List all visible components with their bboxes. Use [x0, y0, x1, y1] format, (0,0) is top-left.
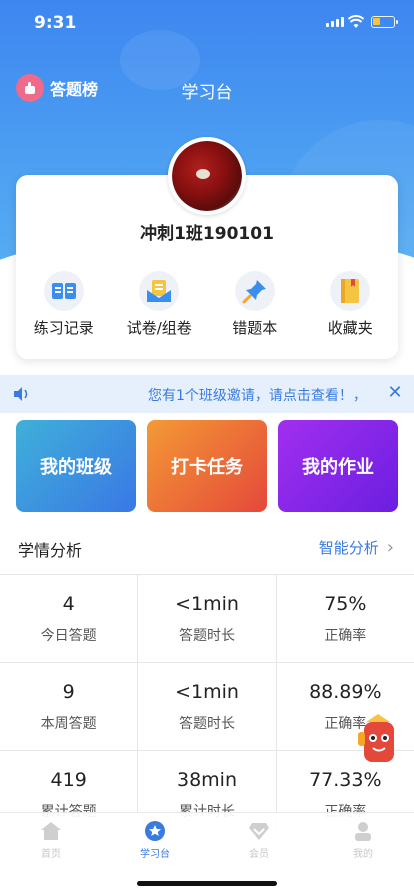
paper-envelope-icon [139, 271, 180, 311]
pushpin-icon [234, 271, 275, 311]
tab-label: 首页 [41, 849, 61, 860]
mistake-book-button[interactable]: 错题本 [207, 271, 303, 338]
stat-cell: <1min 答题时长 [138, 575, 277, 662]
wifi-icon [348, 15, 364, 28]
stat-label: 答题时长 [178, 715, 235, 732]
tab-member[interactable]: 会员 [229, 821, 289, 860]
tile-label: 打卡任务 [171, 457, 243, 478]
signal-icon [326, 17, 344, 27]
red-packet-mascot-icon[interactable] [356, 712, 400, 766]
stat-value: 38min [176, 768, 237, 791]
paper-compose-button[interactable]: 试卷/组卷 [112, 271, 208, 338]
stats-grid: 4 今日答题 <1min 答题时长 75% 正确率 9 本周答题 <1min 答题时长 8… [0, 574, 414, 839]
tab-label: 学习台 [140, 849, 170, 860]
tab-study[interactable]: 学习台 [125, 821, 185, 860]
speaker-icon [14, 387, 28, 401]
checkin-task-tile[interactable]: 打卡任务 [147, 420, 267, 512]
status-time: 9:31 [34, 13, 77, 33]
stat-label: 正确率 [324, 627, 367, 644]
avatar[interactable] [168, 137, 246, 215]
star-circle-icon [145, 821, 165, 841]
stat-value: <1min [175, 680, 239, 703]
diamond-icon [249, 823, 269, 840]
action-label: 收藏夹 [327, 319, 373, 337]
tab-label: 会员 [249, 849, 269, 860]
analysis-title: 学情分析 [18, 541, 83, 560]
battery-icon [371, 16, 398, 28]
class-invite-notice[interactable]: 您有1个班级邀请，请点击查看！， ✕ [0, 375, 414, 413]
stat-value: 88.89% [309, 680, 382, 703]
tab-home[interactable]: 首页 [21, 821, 81, 860]
stat-value: 419 [50, 768, 87, 791]
favorites-button[interactable]: 收藏夹 [303, 271, 399, 338]
stat-cell: 4 今日答题 [0, 575, 139, 662]
stat-value: <1min [175, 592, 239, 615]
my-homework-tile[interactable]: 我的作业 [278, 420, 398, 512]
home-icon [41, 822, 61, 840]
tab-label: 我的 [353, 849, 373, 860]
tile-label: 我的作业 [302, 457, 374, 478]
stat-value: 75% [324, 592, 367, 615]
status-bar: 9:31 [0, 0, 414, 48]
action-label: 练习记录 [33, 319, 94, 337]
chevron-right-icon: › [386, 537, 394, 558]
page-title: 学习台 [181, 83, 233, 103]
stat-label: 今日答题 [40, 627, 97, 644]
stats-row-today: 4 今日答题 <1min 答题时长 75% 正确率 [0, 575, 414, 663]
username: 冲刺1班190101 [140, 224, 274, 244]
tab-mine[interactable]: 我的 [333, 821, 393, 860]
my-class-tile[interactable]: 我的班级 [16, 420, 136, 512]
stat-value: 4 [62, 592, 75, 615]
stats-row-week: 9 本周答题 <1min 答题时长 88.89% 正确率 [0, 663, 414, 751]
tile-label: 我的班级 [40, 457, 112, 478]
person-icon [355, 822, 371, 841]
stat-value: 9 [62, 680, 75, 703]
stat-value: 77.33% [309, 768, 382, 791]
action-label: 试卷/组卷 [126, 319, 192, 337]
notice-text[interactable]: 您有1个班级邀请，请点击查看！， [148, 385, 367, 405]
practice-record-button[interactable]: 练习记录 [16, 271, 112, 338]
close-icon[interactable]: ✕ [386, 384, 404, 402]
folder-book-icon [330, 271, 371, 311]
stat-label: 答题时长 [178, 627, 235, 644]
action-label: 错题本 [232, 319, 278, 337]
quick-actions: 练习记录 试卷/组卷 错题本 收藏夹 [16, 271, 398, 338]
open-book-icon [43, 271, 84, 311]
smart-analysis-label: 智能分析 [318, 539, 379, 557]
stat-cell: 9 本周答题 [0, 663, 139, 750]
stat-cell: 75% 正确率 [277, 575, 414, 662]
smart-analysis-link[interactable]: 智能分析 › [319, 537, 394, 558]
stat-label: 本周答题 [40, 715, 97, 732]
home-indicator [137, 881, 277, 886]
stat-cell: <1min 答题时长 [138, 663, 277, 750]
